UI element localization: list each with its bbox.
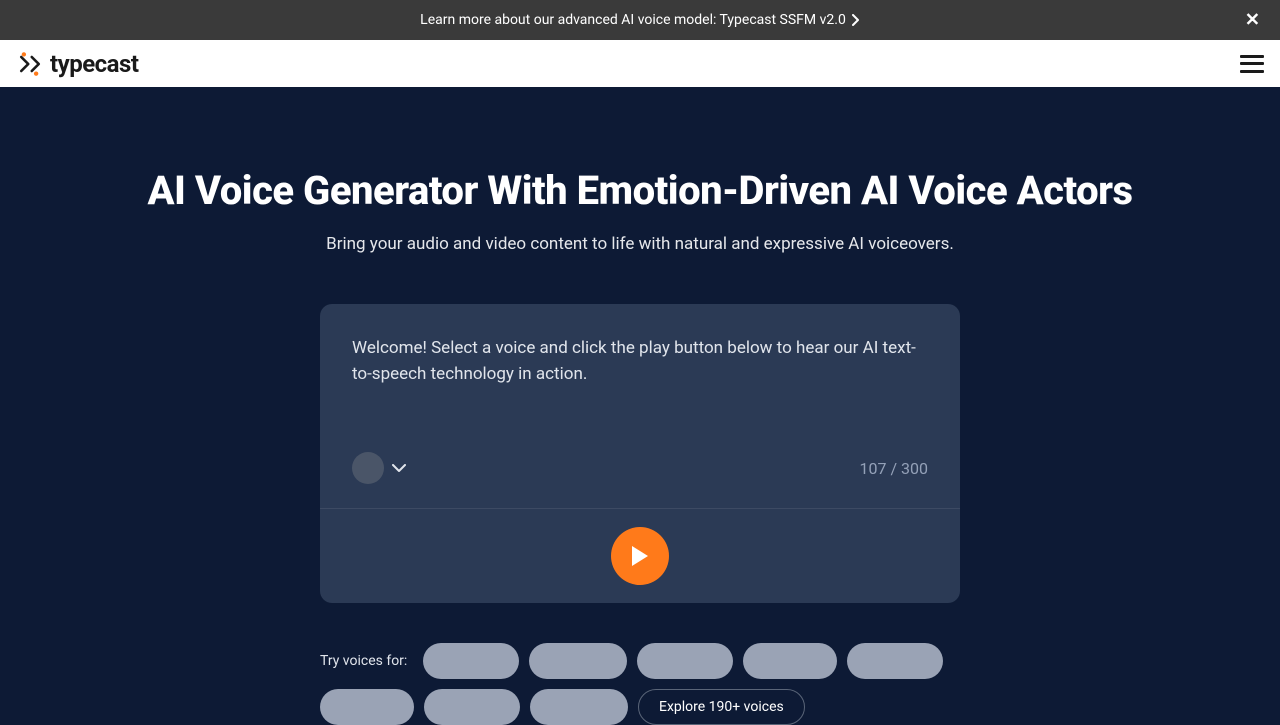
- main-content: AI Voice Generator With Emotion-Driven A…: [0, 87, 1280, 725]
- chevron-right-icon: [852, 14, 860, 26]
- close-icon[interactable]: ✕: [1245, 10, 1260, 31]
- chips-label: Try voices for:: [320, 653, 407, 669]
- hero-subtitle: Bring your audio and video content to li…: [326, 234, 954, 254]
- voice-chip[interactable]: [529, 643, 627, 679]
- header: typecast: [0, 40, 1280, 87]
- logo[interactable]: typecast: [16, 50, 138, 78]
- hero-title: AI Voice Generator With Emotion-Driven A…: [147, 167, 1132, 214]
- chevron-down-icon: [392, 464, 406, 472]
- hamburger-menu-icon[interactable]: [1240, 55, 1264, 73]
- demo-bottom: [320, 509, 960, 603]
- announcement-bar: Learn more about our advanced AI voice m…: [0, 0, 1280, 40]
- announcement-text: Learn more about our advanced AI voice m…: [420, 12, 846, 28]
- voice-chip[interactable]: [637, 643, 733, 679]
- demo-controls: 107 / 300: [352, 452, 928, 484]
- logo-icon: [16, 50, 44, 78]
- voice-chip[interactable]: [743, 643, 837, 679]
- character-count: 107 / 300: [860, 459, 929, 478]
- voice-chip[interactable]: [423, 643, 519, 679]
- announcement-link[interactable]: Learn more about our advanced AI voice m…: [420, 12, 860, 28]
- play-button[interactable]: [611, 527, 669, 585]
- voice-chip[interactable]: [847, 643, 943, 679]
- logo-text: typecast: [50, 50, 138, 78]
- play-icon: [629, 544, 651, 568]
- explore-label: Explore 190+ voices: [659, 699, 784, 715]
- avatar: [352, 452, 384, 484]
- voice-selector[interactable]: [352, 452, 406, 484]
- demo-text-input[interactable]: Welcome! Select a voice and click the pl…: [352, 336, 928, 426]
- demo-top: Welcome! Select a voice and click the pl…: [320, 304, 960, 508]
- demo-card: Welcome! Select a voice and click the pl…: [320, 304, 960, 603]
- voice-chips-section: Try voices for: Explore 190+ voices: [320, 643, 960, 725]
